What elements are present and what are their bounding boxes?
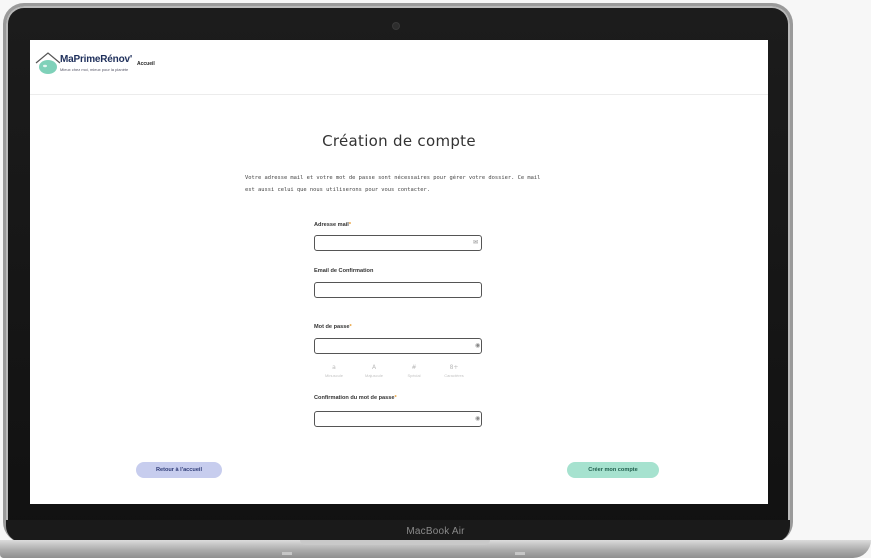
intro-text: Votre adresse mail et votre mot de passe… <box>245 175 541 193</box>
password-label-text: Mot de passe <box>314 324 350 330</box>
password-field[interactable] <box>314 338 482 354</box>
required-marker: * <box>349 324 352 330</box>
site-header: MaPrimeRénov' Mieux chez moi, mieux pour… <box>30 40 768 95</box>
password-label: Mot de passe* <box>314 324 352 330</box>
email-label-text: Adresse mail <box>314 222 349 228</box>
email-confirm-field[interactable] <box>314 282 482 298</box>
house-logo-icon[interactable] <box>34 50 62 76</box>
requirement-text: Minuscule <box>324 373 343 378</box>
requirement-symbol: # <box>411 364 417 371</box>
camera-icon <box>393 23 399 29</box>
requirement-text: Caractères <box>444 373 464 378</box>
email-confirm-label: Email de Confirmation <box>314 268 373 274</box>
laptop-foot <box>515 552 525 555</box>
requirement-symbol: A <box>371 364 377 371</box>
brand-tagline: Mieux chez moi, mieux pour la planète <box>60 67 129 72</box>
password-confirm-label-text: Confirmation du mot de passe <box>314 395 395 401</box>
browser-viewport: MaPrimeRénov' Mieux chez moi, mieux pour… <box>30 40 768 504</box>
password-requirements: a Minuscule A Majuscule # Spécial 8+ Car… <box>316 363 486 383</box>
required-marker: * <box>394 395 397 401</box>
laptop-foot <box>282 552 292 555</box>
back-home-button[interactable]: Retour à l'accueil <box>136 462 222 478</box>
requirement-length: 8+ Caractères <box>436 363 472 379</box>
page-title: Création de compte <box>322 132 476 150</box>
password-confirm-label: Confirmation du mot de passe* <box>314 395 397 401</box>
password-confirm-field[interactable] <box>314 411 482 427</box>
laptop-hinge <box>300 540 490 545</box>
email-confirm-label-text: Email de Confirmation <box>314 268 374 274</box>
requirement-symbol: 8+ <box>449 364 459 371</box>
email-label: Adresse mail* <box>314 222 351 228</box>
requirement-lowercase: a Minuscule <box>316 363 352 379</box>
required-marker: * <box>348 222 352 228</box>
requirement-special: # Spécial <box>396 363 432 379</box>
eye-icon[interactable]: ◉ <box>475 416 480 422</box>
email-field[interactable] <box>314 235 482 251</box>
requirement-text: Spécial <box>407 373 421 378</box>
requirement-text: Majuscule <box>364 373 383 378</box>
brand-name[interactable]: MaPrimeRénov' <box>60 54 132 65</box>
create-account-button[interactable]: Créer mon compte <box>567 462 659 478</box>
requirement-uppercase: A Majuscule <box>356 363 392 379</box>
eye-icon[interactable]: ◉ <box>475 343 480 349</box>
envelope-icon: ✉ <box>473 239 479 246</box>
requirement-symbol: a <box>332 364 336 371</box>
device-label: MacBook Air <box>406 526 465 537</box>
nav-link-home[interactable]: Accueil <box>137 61 155 67</box>
